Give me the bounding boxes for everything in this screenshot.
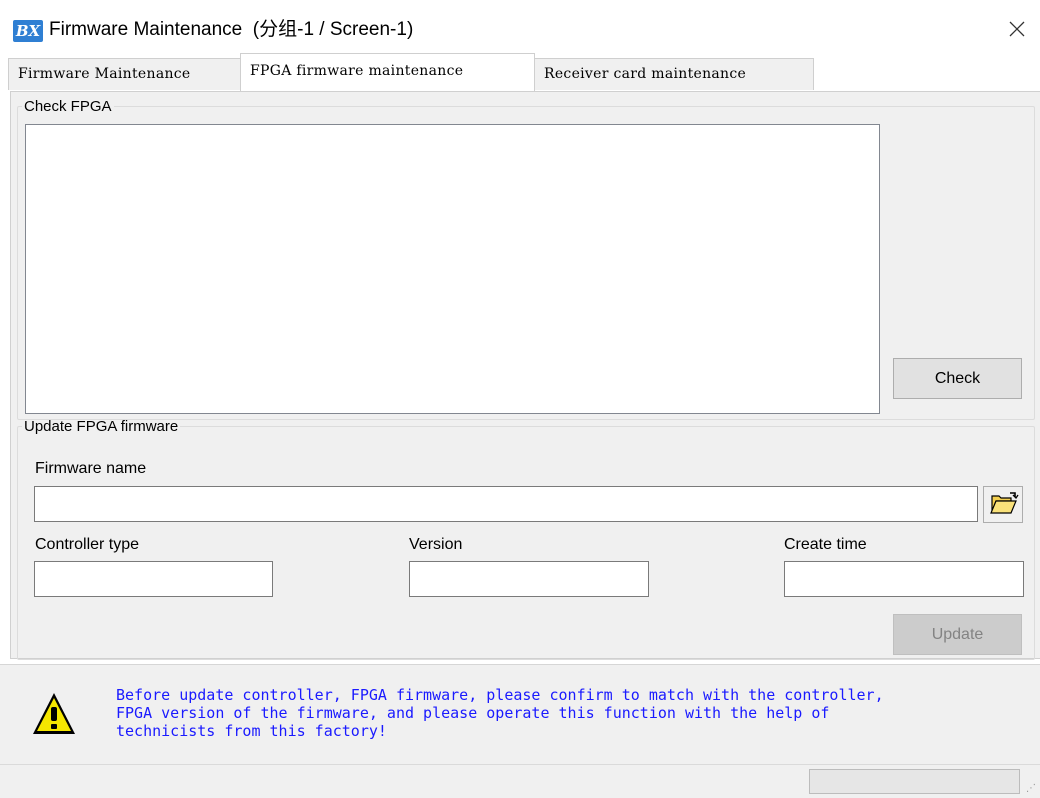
resize-grip-icon[interactable]: ⋰ xyxy=(1026,783,1036,794)
version-label: Version xyxy=(409,536,463,553)
close-icon xyxy=(1009,21,1025,37)
firmware-name-field[interactable] xyxy=(34,486,978,522)
create-time-label: Create time xyxy=(784,536,867,553)
warning-icon xyxy=(30,690,78,743)
tab-fpga-firmware-maintenance[interactable]: FPGA firmware maintenance xyxy=(240,53,535,91)
controller-type-field[interactable] xyxy=(34,561,273,597)
version-field[interactable] xyxy=(409,561,649,597)
controller-type-label: Controller type xyxy=(35,536,140,553)
tab-firmware-maintenance[interactable]: Firmware Maintenance xyxy=(8,58,241,90)
fpga-check-output[interactable] xyxy=(25,124,880,414)
browse-file-button[interactable] xyxy=(983,486,1023,523)
check-fpga-legend: Check FPGA xyxy=(24,98,112,115)
close-button[interactable] xyxy=(994,8,1040,48)
open-folder-icon xyxy=(990,492,1019,514)
title-bar: BX Firmware Maintenance (分组-1 / Screen-1… xyxy=(0,0,1040,50)
check-button[interactable]: Check xyxy=(893,358,1022,399)
update-fpga-legend: Update FPGA firmware xyxy=(24,418,179,435)
create-time-field[interactable] xyxy=(784,561,1024,597)
tab-bar: Firmware Maintenance FPGA firmware maint… xyxy=(0,50,1040,91)
app-logo-icon: BX xyxy=(13,20,43,42)
status-progress-bar xyxy=(809,769,1020,794)
warning-message: Before update controller, FPGA firmware,… xyxy=(116,686,884,740)
tab-receiver-card-maintenance[interactable]: Receiver card maintenance xyxy=(534,58,814,90)
firmware-name-label: Firmware name xyxy=(35,460,147,477)
window-title: Firmware Maintenance (分组-1 / Screen-1) xyxy=(49,19,414,40)
update-button[interactable]: Update xyxy=(893,614,1022,655)
update-fpga-group: Update FPGA firmware xyxy=(17,418,1035,660)
